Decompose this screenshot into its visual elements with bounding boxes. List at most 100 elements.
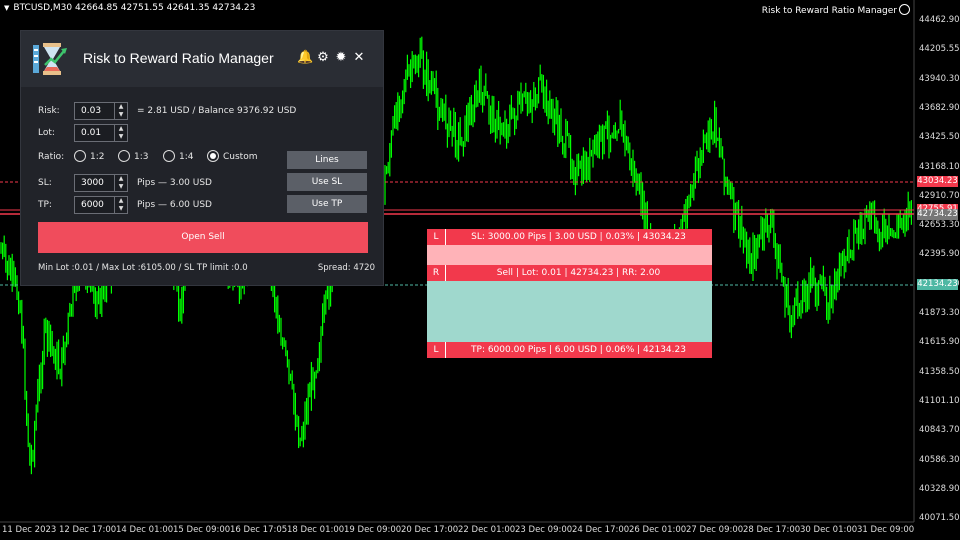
open-sell-button[interactable]: Open Sell	[38, 222, 368, 253]
time-tick-label: 31 Dec 09:00	[857, 525, 915, 535]
sl-input[interactable]: 3000 ▲ ▼	[74, 174, 128, 192]
lot-value: 0.01	[81, 128, 102, 138]
ea-name: Risk to Reward Ratio Manager	[762, 4, 910, 16]
spread-info: Spread: 4720	[317, 263, 375, 273]
time-tick-label: 28 Dec 17:00	[743, 525, 801, 535]
price-tick-label: 43682.90	[919, 102, 960, 113]
price-tick-label: 44462.90	[919, 15, 960, 25]
ratio-1-3-label: 1:3	[134, 152, 149, 162]
lot-label: Lot:	[38, 128, 55, 138]
sl-value: 3000	[81, 178, 104, 188]
down-arrow-icon[interactable]: ▼	[115, 183, 127, 191]
radio-1-3[interactable]	[118, 150, 130, 162]
ratio-1-2-label: 1:2	[90, 152, 105, 162]
lines-button[interactable]: Lines	[287, 151, 367, 169]
price-tick-label: 41101.10	[919, 395, 960, 406]
lot-limits: Min Lot :0.01 / Max Lot :6105.00 / SL TP…	[38, 263, 248, 273]
price-tick-label: 40071.50	[919, 513, 960, 524]
smiley-icon	[899, 4, 910, 15]
time-tick-label: 15 Dec 09:00	[173, 525, 231, 535]
price-tick-label: 40328.90	[919, 483, 960, 494]
price-tick-label: 41615.90	[919, 337, 960, 348]
tp-stepper[interactable]: ▲ ▼	[114, 197, 127, 213]
up-arrow-icon[interactable]: ▲	[115, 125, 127, 133]
time-tick-label: 24 Dec 17:00	[572, 525, 630, 535]
time-tick-label: 23 Dec 09:00	[515, 525, 573, 535]
use-tp-button[interactable]: Use TP	[287, 195, 367, 213]
up-arrow-icon[interactable]: ▲	[115, 103, 127, 111]
price-tick-label: 40586.30	[919, 454, 960, 465]
panel-title: Risk to Reward Ratio Manager	[83, 50, 274, 66]
lot-input[interactable]: 0.01 ▲ ▼	[74, 124, 128, 142]
rr-manager-panel: Risk to Reward Ratio Manager 🔔 ⚙ ✹ ✕ Ris…	[20, 30, 384, 286]
radio-1-4[interactable]	[163, 150, 175, 162]
time-tick-label: 20 Dec 17:00	[401, 525, 459, 535]
risk-value: 0.03	[81, 106, 102, 116]
time-tick-label: 12 Dec 17:00	[59, 525, 117, 535]
price-tick-label: 43425.50	[919, 132, 960, 143]
price-tick-label: 43940.30	[919, 73, 960, 84]
symbol-info-text: BTCUSD,M30 42664.85 42751.55 42641.35 42…	[13, 3, 256, 13]
panel-header[interactable]: Risk to Reward Ratio Manager 🔔 ⚙ ✹ ✕	[21, 31, 383, 87]
risk-input[interactable]: 0.03 ▲ ▼	[74, 102, 128, 120]
time-tick-label: 16 Dec 17:05	[230, 525, 288, 535]
lot-stepper[interactable]: ▲ ▼	[114, 125, 127, 141]
entry-bar[interactable]: R Sell | Lot: 0.01 | 42734.23 | RR: 2.00	[427, 265, 712, 281]
time-tick-label: 18 Dec 01:00	[287, 525, 345, 535]
radio-custom[interactable]	[207, 150, 219, 162]
time-tick-label: 22 Dec 01:00	[458, 525, 516, 535]
price-tick-label: 42395.90	[919, 249, 960, 260]
app-logo-icon	[33, 43, 67, 75]
price-tick-label: 44205.55	[919, 44, 960, 55]
sun-icon[interactable]: ✹	[334, 51, 348, 65]
sl-bar-text: SL: 3000.00 Pips | 3.00 USD | 0.03% | 43…	[471, 232, 686, 242]
entry-side-label[interactable]: R	[427, 265, 446, 281]
gear-icon[interactable]: ⚙	[316, 51, 330, 65]
time-tick-label: 11 Dec 2023	[2, 525, 57, 535]
price-tick-label: 41873.30	[919, 308, 960, 318]
entry-bar-text: Sell | Lot: 0.01 | 42734.23 | RR: 2.00	[496, 268, 661, 278]
sl-bar[interactable]: L SL: 3000.00 Pips | 3.00 USD | 0.03% | …	[427, 229, 712, 245]
close-icon[interactable]: ✕	[352, 51, 366, 65]
entry-price-tag: 42734.23	[917, 209, 958, 220]
price-tick-label: 42910.70	[919, 190, 960, 201]
tp-label: TP:	[38, 200, 52, 210]
price-tick-label: 40843.70	[919, 425, 960, 436]
sl-info: Pips — 3.00 USD	[137, 178, 212, 188]
up-arrow-icon[interactable]: ▲	[115, 197, 127, 205]
dropdown-triangle-icon[interactable]: ▼	[4, 4, 9, 12]
down-arrow-icon[interactable]: ▼	[115, 133, 127, 141]
sl-stepper[interactable]: ▲ ▼	[114, 175, 127, 191]
risk-info: = 2.81 USD / Balance 9376.92 USD	[137, 106, 297, 116]
tp-input[interactable]: 6000 ▲ ▼	[74, 196, 128, 214]
ratio-label: Ratio:	[38, 152, 65, 162]
up-arrow-icon[interactable]: ▲	[115, 175, 127, 183]
symbol-info: ▼ BTCUSD,M30 42664.85 42751.55 42641.35 4…	[4, 3, 255, 13]
time-tick-label: 27 Dec 09:00	[686, 525, 744, 535]
radio-1-2[interactable]	[74, 150, 86, 162]
use-sl-button[interactable]: Use SL	[287, 173, 367, 191]
price-tick-label: 42653.30	[919, 220, 960, 231]
time-tick-label: 26 Dec 01:00	[629, 525, 687, 535]
down-arrow-icon[interactable]: ▼	[115, 111, 127, 119]
time-tick-label: 30 Dec 01:00	[800, 525, 858, 535]
price-tick-label: 41358.50	[919, 366, 960, 377]
risk-label: Risk:	[38, 106, 60, 116]
ratio-custom-label: Custom	[223, 152, 258, 162]
sl-price-tag: 43034.23	[917, 176, 958, 187]
sl-side-label[interactable]: L	[427, 229, 446, 245]
ratio-1-4-label: 1:4	[179, 152, 194, 162]
price-tick-label: 43168.10	[919, 161, 960, 172]
tp-bar[interactable]: L TP: 6000.00 Pips | 6.00 USD | 0.06% | …	[427, 342, 712, 358]
risk-stepper[interactable]: ▲ ▼	[114, 103, 127, 119]
bell-icon[interactable]: 🔔	[297, 51, 313, 65]
ea-name-text: Risk to Reward Ratio Manager	[761, 6, 897, 16]
sl-label: SL:	[38, 178, 52, 188]
tp-info: Pips — 6.00 USD	[137, 200, 212, 210]
down-arrow-icon[interactable]: ▼	[115, 205, 127, 213]
tp-value: 6000	[81, 200, 104, 210]
tp-zone	[427, 281, 712, 342]
tp-bar-text: TP: 6000.00 Pips | 6.00 USD | 0.06% | 42…	[471, 345, 686, 355]
tp-side-label[interactable]: L	[427, 342, 446, 358]
time-tick-label: 14 Dec 01:00	[116, 525, 174, 535]
